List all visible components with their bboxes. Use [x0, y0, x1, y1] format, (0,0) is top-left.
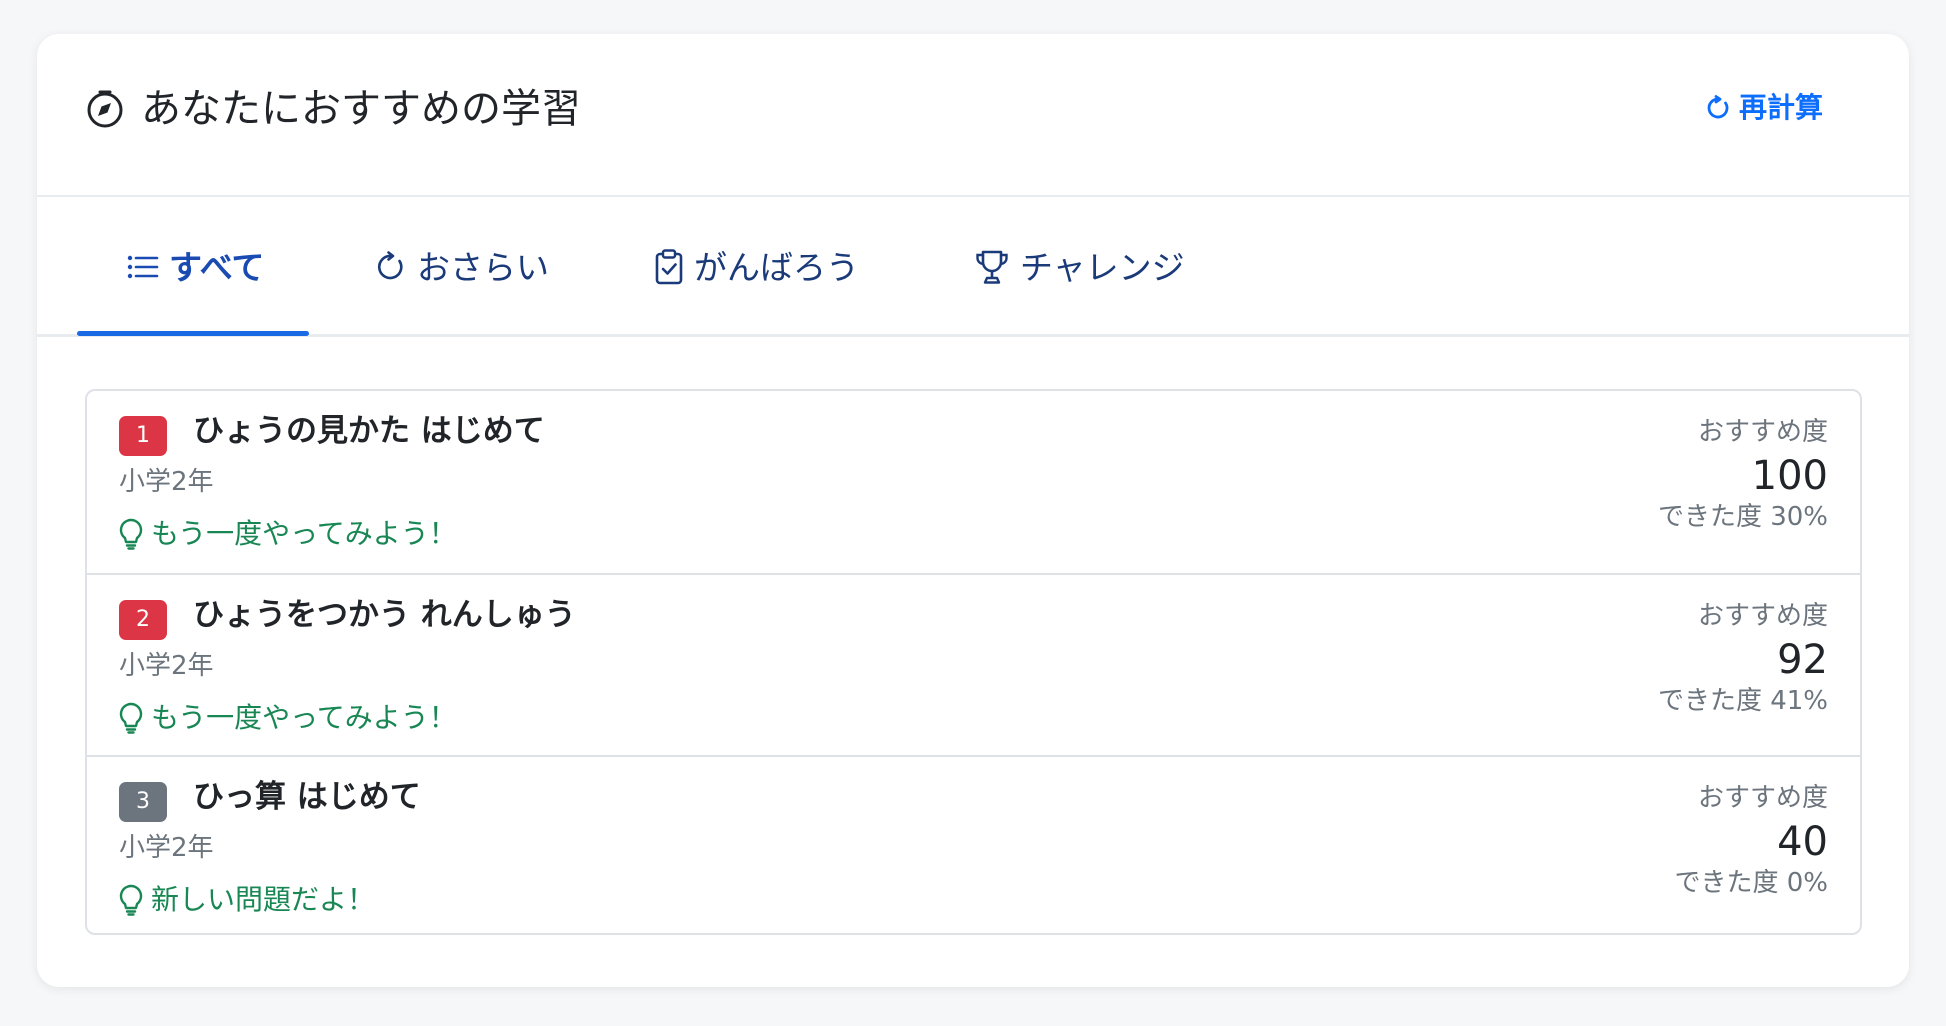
- score-block: おすすめ度 100 できた度 30%: [1658, 417, 1828, 533]
- active-tab-indicator: [77, 331, 309, 336]
- page-title: あなたにおすすめの学習: [85, 89, 581, 129]
- page-title-text: あなたにおすすめの学習: [141, 86, 581, 132]
- tab-challenge-label: チャレンジ: [1020, 247, 1185, 287]
- rank-badge: 3: [119, 782, 167, 822]
- score-block: おすすめ度 92 できた度 41%: [1658, 601, 1828, 717]
- list-item[interactable]: 2 ひょうをつかう れんしゅう 小学2年 もう一度やってみよう！ おすすめ度 9…: [87, 573, 1860, 755]
- recommendation-score: 92: [1777, 637, 1828, 684]
- hint-text: もう一度やってみよう！: [151, 517, 457, 550]
- tab-all-label: すべて: [169, 247, 265, 287]
- tab-all[interactable]: すべて: [127, 197, 264, 337]
- rank-badge: 2: [119, 600, 167, 640]
- recommendation-card: あなたにおすすめの学習 再計算 すべて おさらい がんばろう チャレンジ 1 ひ…: [37, 34, 1909, 987]
- refresh-icon: [1705, 95, 1731, 121]
- item-hint: 新しい問題だよ！: [119, 883, 375, 917]
- item-title: ひっ算 はじめて: [193, 779, 421, 815]
- list-icon: [127, 253, 159, 281]
- tab-review-label: おさらい: [417, 247, 549, 287]
- recalculate-label: 再計算: [1738, 91, 1823, 124]
- item-hint: もう一度やってみよう！: [119, 701, 457, 735]
- item-hint: もう一度やってみよう！: [119, 517, 457, 551]
- item-grade: 小学2年: [119, 833, 214, 863]
- hint-text: もう一度やってみよう！: [151, 701, 457, 734]
- completion-rate: できた度 30%: [1657, 502, 1828, 533]
- completion-rate: できた度 41%: [1657, 686, 1828, 717]
- lightbulb-icon: [119, 518, 143, 550]
- clipboard-check-icon: [654, 249, 684, 285]
- recalculate-button[interactable]: 再計算: [1705, 94, 1823, 122]
- lightbulb-icon: [119, 884, 143, 916]
- tab-try-hard[interactable]: がんばろう: [654, 197, 859, 337]
- refresh-icon: [375, 251, 407, 283]
- recommendation-list: 1 ひょうの見かた はじめて 小学2年 もう一度やってみよう！ おすすめ度 10…: [85, 389, 1862, 935]
- hint-text: 新しい問題だよ！: [151, 883, 376, 916]
- recommendation-score: 100: [1751, 453, 1828, 500]
- card-header: あなたにおすすめの学習 再計算: [37, 34, 1909, 197]
- rank-badge: 1: [119, 416, 167, 456]
- tab-try-hard-label: がんばろう: [694, 247, 859, 287]
- list-item[interactable]: 1 ひょうの見かた はじめて 小学2年 もう一度やってみよう！ おすすめ度 10…: [87, 391, 1860, 573]
- list-item[interactable]: 3 ひっ算 はじめて 小学2年 新しい問題だよ！ おすすめ度 40 できた度 0…: [87, 755, 1860, 933]
- recommendation-score-label: おすすめ度: [1697, 417, 1828, 447]
- item-grade: 小学2年: [119, 467, 214, 497]
- compass-icon: [85, 89, 125, 129]
- recommendation-score-label: おすすめ度: [1697, 783, 1828, 813]
- tab-review[interactable]: おさらい: [375, 197, 549, 337]
- lightbulb-icon: [119, 702, 143, 734]
- item-grade: 小学2年: [119, 651, 214, 681]
- item-title: ひょうをつかう れんしゅう: [193, 597, 576, 633]
- tab-bar: すべて おさらい がんばろう チャレンジ: [37, 197, 1909, 337]
- tab-challenge[interactable]: チャレンジ: [974, 197, 1185, 337]
- trophy-icon: [974, 249, 1010, 285]
- score-block: おすすめ度 40 できた度 0%: [1674, 783, 1828, 899]
- recommendation-score: 40: [1777, 819, 1828, 866]
- recommendation-score-label: おすすめ度: [1697, 601, 1828, 631]
- completion-rate: できた度 0%: [1674, 868, 1828, 899]
- item-title: ひょうの見かた はじめて: [193, 413, 545, 449]
